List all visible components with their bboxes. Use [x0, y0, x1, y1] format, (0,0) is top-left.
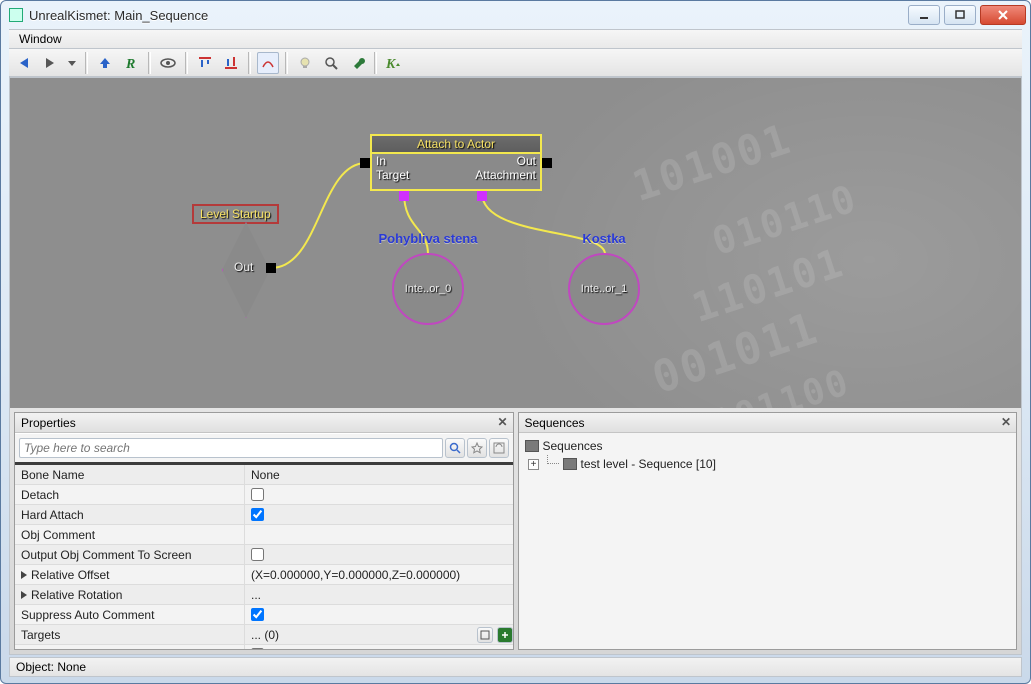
folder-icon — [525, 440, 539, 452]
status-bar: Object: None — [9, 657, 1022, 677]
folder-icon — [563, 458, 577, 470]
bulb-icon[interactable] — [294, 52, 316, 74]
align-bottom-icon[interactable] — [220, 52, 242, 74]
action-attachment-vport[interactable] — [477, 191, 487, 201]
search-icon[interactable] — [445, 438, 465, 458]
prop-value[interactable]: ... (0) — [251, 628, 473, 642]
prop-checkbox[interactable] — [251, 608, 264, 621]
favorite-icon[interactable] — [467, 438, 487, 458]
menu-window[interactable]: Window — [13, 32, 68, 46]
prop-name: Hard Attach — [15, 505, 245, 524]
prop-name: Obj Comment — [15, 525, 245, 544]
toolbar: R K — [9, 49, 1022, 77]
tree-child-label: test level - Sequence [10] — [581, 457, 716, 471]
properties-header[interactable]: Properties ✕ — [15, 413, 513, 433]
forward-icon[interactable] — [39, 52, 61, 74]
prop-checkbox[interactable] — [251, 508, 264, 521]
event-out-port[interactable] — [266, 263, 276, 273]
window-title: UnrealKismet: Main_Sequence — [29, 8, 904, 23]
root-icon[interactable]: R — [120, 52, 142, 74]
action-in-port[interactable] — [360, 158, 370, 168]
prop-checkbox[interactable] — [251, 548, 264, 561]
property-list[interactable]: Bone NameNone Detach Hard Attach Obj Com… — [15, 465, 513, 649]
prop-name: Relative Rotation — [31, 588, 122, 602]
var1-title: Pohybliva stena — [358, 231, 498, 246]
back-icon[interactable] — [13, 52, 35, 74]
kismet-icon[interactable]: K — [383, 52, 405, 74]
var2-title: Kostka — [534, 231, 674, 246]
prop-name — [15, 645, 245, 649]
wrench-icon[interactable] — [346, 52, 368, 74]
sequences-panel: Sequences ✕ Sequences + test level - Seq… — [518, 412, 1018, 650]
action-title: Attach to Actor — [372, 136, 540, 154]
align-top-icon[interactable] — [194, 52, 216, 74]
sequence-tree[interactable]: Sequences + test level - Sequence [10] — [519, 433, 1017, 649]
status-text: Object: None — [16, 660, 86, 674]
property-search-row — [15, 433, 513, 465]
expand-icon[interactable]: + — [528, 459, 539, 470]
maximize-button[interactable] — [944, 5, 976, 25]
close-icon[interactable]: ✕ — [998, 415, 1014, 431]
action-out-label: Out — [517, 154, 536, 168]
action-target-label: Target — [376, 168, 409, 182]
prop-value[interactable]: ... — [245, 588, 513, 602]
zoom-icon[interactable] — [320, 52, 342, 74]
sequences-header[interactable]: Sequences ✕ — [519, 413, 1017, 433]
tree-row-root[interactable]: Sequences — [525, 437, 1011, 455]
tree-root-label: Sequences — [543, 439, 603, 453]
close-icon[interactable]: ✕ — [495, 415, 511, 431]
prop-name: Detach — [15, 485, 245, 504]
options-icon[interactable] — [489, 438, 509, 458]
var2-content: Inte..or_1 — [581, 283, 627, 295]
prop-value[interactable]: None — [245, 468, 513, 482]
eye-icon[interactable] — [157, 52, 179, 74]
prop-name: Suppress Auto Comment — [15, 605, 245, 624]
history-dropdown-icon[interactable] — [65, 52, 79, 74]
svg-text:K: K — [385, 57, 397, 71]
expand-icon[interactable] — [21, 591, 27, 599]
properties-title: Properties — [21, 416, 76, 430]
event-title: Level Startup — [192, 204, 279, 224]
action-attachment-label: Attachment — [475, 168, 536, 182]
curve-toggle-icon[interactable] — [257, 52, 279, 74]
prop-name: Relative Offset — [31, 568, 109, 582]
sequences-title: Sequences — [525, 416, 585, 430]
add-icon[interactable] — [497, 627, 513, 643]
var-node-2[interactable]: Kostka Inte..or_1 — [568, 253, 640, 325]
action-target-vport[interactable] — [399, 191, 409, 201]
prop-value[interactable]: (X=0.000000,Y=0.000000,Z=0.000000) — [245, 568, 513, 582]
event-out-label: Out — [234, 260, 253, 274]
up-icon[interactable] — [94, 52, 116, 74]
prop-checkbox[interactable] — [251, 488, 264, 501]
minimize-button[interactable] — [908, 5, 940, 25]
var1-content: Inte..or_0 — [405, 283, 451, 295]
event-title-text: Level Startup — [200, 207, 271, 221]
app-window: UnrealKismet: Main_Sequence Window R — [0, 0, 1031, 684]
action-out-port[interactable] — [542, 158, 552, 168]
close-button[interactable] — [980, 5, 1026, 25]
prop-name: Bone Name — [15, 465, 245, 484]
var-node-1[interactable]: Pohybliva stena Inte..or_0 — [392, 253, 464, 325]
expand-icon[interactable] — [21, 571, 27, 579]
menubar: Window — [9, 29, 1022, 49]
prop-name: Targets — [15, 625, 245, 644]
workarea: 101001 010110 110101 001011 101100 Level… — [9, 77, 1022, 655]
lower-panels: Properties ✕ Bone NameNone Detach Hard A… — [10, 408, 1021, 654]
svg-text:R: R — [125, 57, 135, 71]
prop-name: Output Obj Comment To Screen — [15, 545, 245, 564]
action-node[interactable]: Attach to Actor In Out Target Attachment — [370, 134, 542, 191]
property-search-input[interactable] — [19, 438, 443, 458]
properties-panel: Properties ✕ Bone NameNone Detach Hard A… — [14, 412, 514, 650]
app-icon — [9, 8, 23, 22]
action-in-label: In — [376, 154, 386, 168]
titlebar[interactable]: UnrealKismet: Main_Sequence — [1, 1, 1030, 29]
prop-checkbox[interactable] — [251, 648, 264, 649]
graph-canvas[interactable]: 101001 010110 110101 001011 101100 Level… — [10, 78, 1021, 408]
tree-row-child[interactable]: + test level - Sequence [10] — [525, 455, 1011, 473]
use-selected-icon[interactable] — [477, 627, 493, 643]
